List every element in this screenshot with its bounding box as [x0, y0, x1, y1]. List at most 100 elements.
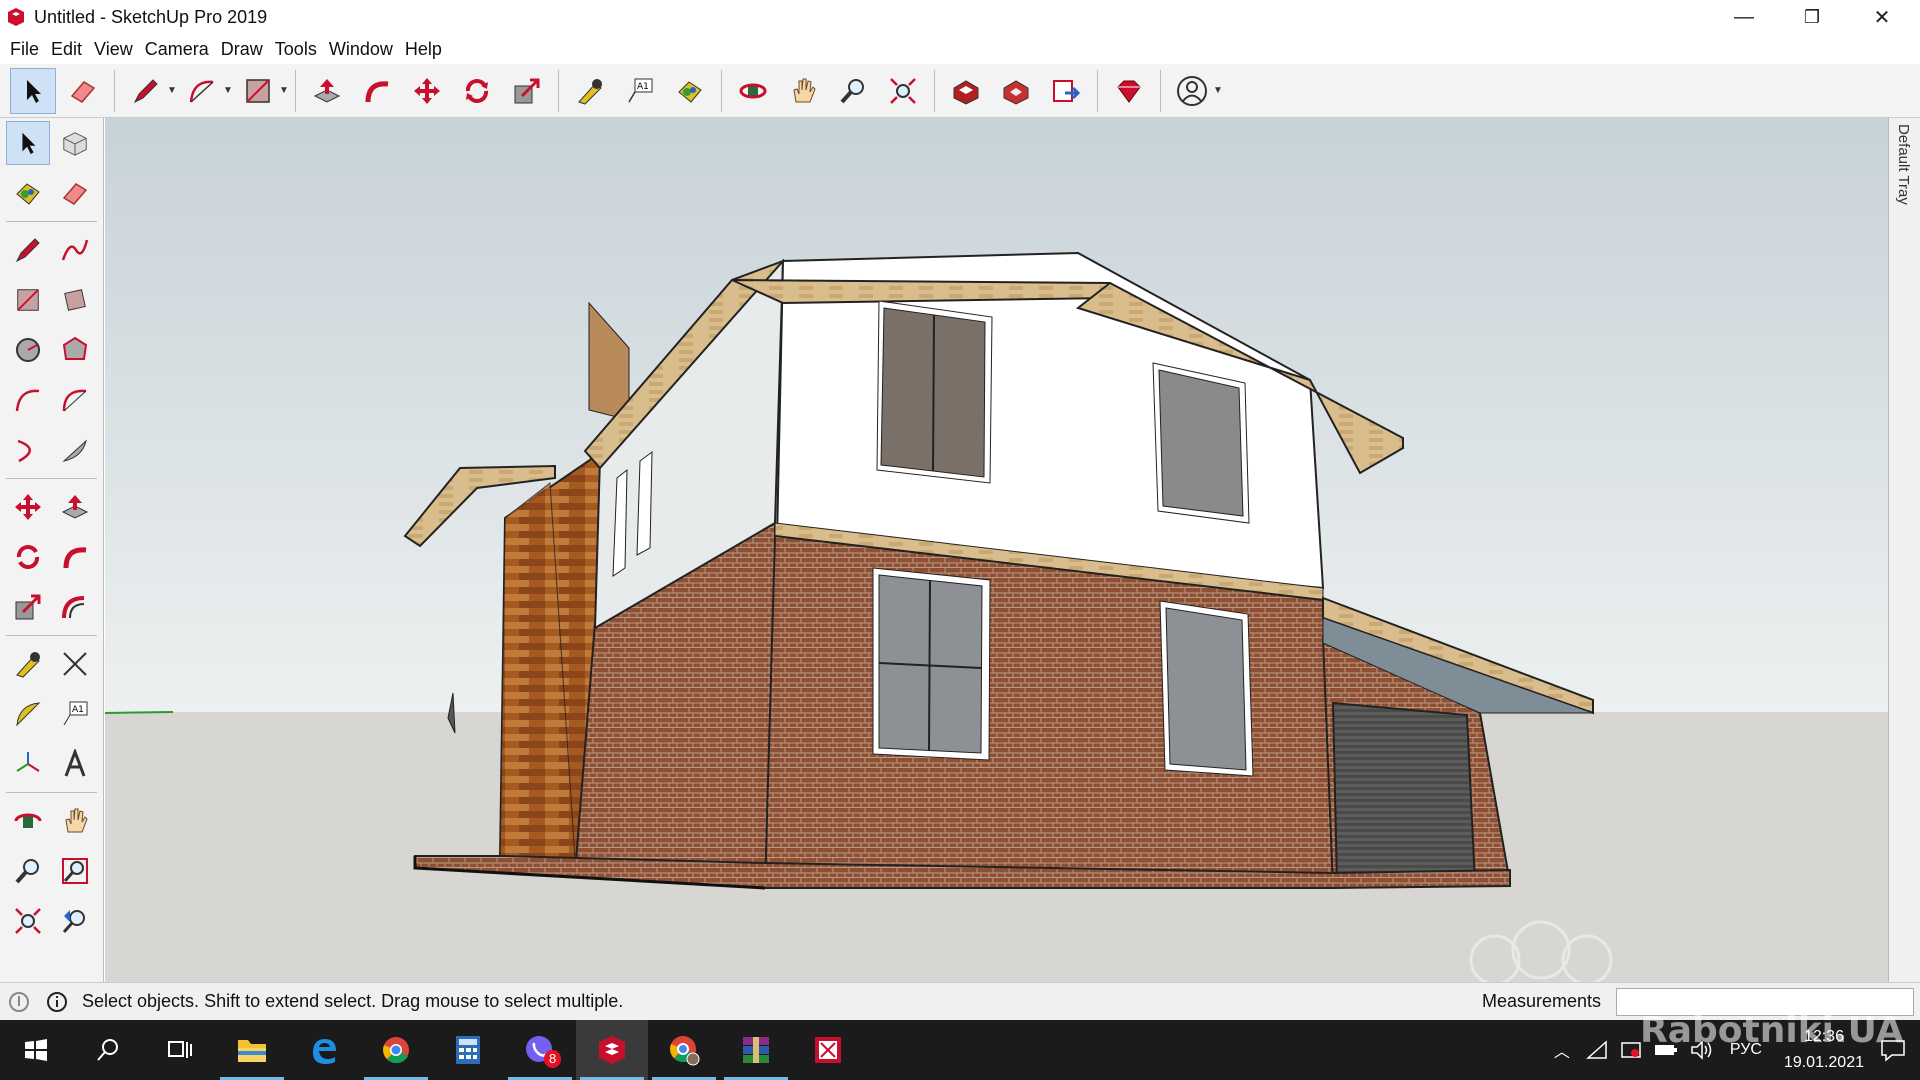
- previous-view-button[interactable]: [53, 899, 97, 943]
- zoom-tool-button[interactable]: [830, 68, 876, 114]
- 3d-warehouse-button[interactable]: [943, 68, 989, 114]
- rotate-tool-button[interactable]: [6, 535, 50, 579]
- line-tool-button[interactable]: [6, 228, 50, 272]
- circle-tool-button[interactable]: [6, 328, 50, 372]
- taskbar-search-button[interactable]: [72, 1020, 144, 1080]
- rotate-tool-button[interactable]: [454, 68, 500, 114]
- account-dropdown-arrow[interactable]: ▼: [1213, 85, 1223, 96]
- offset-tool-button[interactable]: [53, 585, 97, 629]
- toolbar-separator: [6, 635, 97, 636]
- text-tool-button[interactable]: A1: [53, 692, 97, 736]
- select-tool-button[interactable]: [5, 121, 50, 165]
- wifi-icon[interactable]: [1585, 1040, 1608, 1060]
- toolbar-separator: [114, 69, 115, 112]
- taskbar-edge[interactable]: [288, 1020, 360, 1080]
- restore-button[interactable]: ❐: [1778, 0, 1846, 34]
- two-point-arc-icon: [63, 389, 87, 412]
- taskbar-winrar[interactable]: [720, 1020, 792, 1080]
- freehand-icon: [62, 239, 89, 261]
- ruby-console-button[interactable]: [1106, 68, 1152, 114]
- model-viewport[interactable]: [105, 118, 1888, 982]
- rotate-icon: [465, 78, 489, 103]
- follow-me-tool-button[interactable]: [53, 535, 97, 579]
- geo-location-icon[interactable]: [8, 991, 30, 1013]
- pencil-tool-button[interactable]: [123, 68, 169, 114]
- eraser-tool-button[interactable]: [53, 171, 97, 215]
- menu-edit[interactable]: Edit: [45, 39, 88, 60]
- rectangle-tool-button[interactable]: [235, 68, 281, 114]
- menu-camera[interactable]: Camera: [139, 39, 215, 60]
- tape-measure-tool-button[interactable]: [567, 68, 613, 114]
- zoom-extents-tool-button[interactable]: [6, 899, 50, 943]
- axes-tool-button[interactable]: [6, 742, 50, 786]
- antivirus-icon[interactable]: [1620, 1040, 1642, 1060]
- freehand-tool-button[interactable]: [53, 228, 97, 272]
- orbit-tool-button[interactable]: [6, 799, 50, 843]
- taskbar-sketchup[interactable]: [576, 1020, 648, 1080]
- protractor-tool-button[interactable]: [6, 692, 50, 736]
- rotated-rectangle-tool-button[interactable]: [53, 278, 97, 322]
- orbit-icon: [739, 83, 767, 98]
- pencil-dropdown-arrow[interactable]: ▼: [167, 85, 177, 96]
- taskbar-viber[interactable]: 8: [504, 1020, 576, 1080]
- arc-tool-button[interactable]: [6, 378, 50, 422]
- paint-bucket-tool-button[interactable]: [667, 68, 713, 114]
- two-point-arc-tool-button[interactable]: [53, 378, 97, 422]
- zoom-extents-tool-button[interactable]: [880, 68, 926, 114]
- close-button[interactable]: ✕: [1848, 0, 1916, 34]
- tape-measure-tool-button[interactable]: [6, 642, 50, 686]
- taskbar-chrome[interactable]: [360, 1020, 432, 1080]
- menu-tools[interactable]: Tools: [269, 39, 323, 60]
- text-tool-button[interactable]: A1: [617, 68, 663, 114]
- zoom-tool-button[interactable]: [6, 849, 50, 893]
- extension-warehouse-button[interactable]: [993, 68, 1039, 114]
- move-tool-button[interactable]: [404, 68, 450, 114]
- rectangle-tool-button[interactable]: [6, 278, 50, 322]
- pan-tool-button[interactable]: [780, 68, 826, 114]
- scale-tool-button[interactable]: [504, 68, 550, 114]
- select-tool-button[interactable]: [10, 67, 56, 114]
- arc-tool-button[interactable]: [179, 68, 225, 114]
- send-to-layout-button[interactable]: [1043, 68, 1089, 114]
- 3d-text-tool-button[interactable]: [53, 742, 97, 786]
- menu-view[interactable]: View: [88, 39, 139, 60]
- zoom-window-tool-button[interactable]: [53, 849, 97, 893]
- taskbar-file-explorer[interactable]: [216, 1020, 288, 1080]
- minimize-button[interactable]: —: [1710, 0, 1778, 34]
- push-pull-icon: [62, 495, 89, 519]
- push-pull-tool-button[interactable]: [304, 68, 350, 114]
- instructor-info-icon[interactable]: [46, 991, 68, 1013]
- taskbar-chrome-profile[interactable]: [648, 1020, 720, 1080]
- dimension-tool-button[interactable]: [53, 642, 97, 686]
- protractor-icon: [16, 702, 41, 727]
- menu-draw[interactable]: Draw: [215, 39, 269, 60]
- pan-tool-button[interactable]: [53, 799, 97, 843]
- scale-tool-button[interactable]: [6, 585, 50, 629]
- paint-bucket-tool-button[interactable]: [6, 171, 50, 215]
- three-point-arc-tool-button[interactable]: [6, 428, 50, 472]
- arc-dropdown-arrow[interactable]: ▼: [223, 85, 233, 96]
- toolbar-separator: [1160, 69, 1161, 112]
- taskbar-layout[interactable]: [792, 1020, 864, 1080]
- eraser-tool-button[interactable]: [60, 68, 106, 114]
- follow-me-tool-button[interactable]: [354, 68, 400, 114]
- move-tool-button[interactable]: [6, 485, 50, 529]
- polygon-tool-button[interactable]: [53, 328, 97, 372]
- push-pull-tool-button[interactable]: [53, 485, 97, 529]
- rectangle-dropdown-arrow[interactable]: ▼: [279, 85, 289, 96]
- task-view-button[interactable]: [144, 1020, 216, 1080]
- file-explorer-icon: [238, 1040, 266, 1062]
- show-hidden-icons-icon[interactable]: ︿: [1554, 1038, 1570, 1062]
- menu-help[interactable]: Help: [399, 39, 448, 60]
- sketchup-app-icon: [8, 8, 24, 26]
- default-tray-tab[interactable]: Default Tray: [1888, 118, 1920, 982]
- pie-tool-button[interactable]: [53, 428, 97, 472]
- start-button[interactable]: [0, 1020, 72, 1080]
- taskbar-calculator[interactable]: [432, 1020, 504, 1080]
- menu-window[interactable]: Window: [323, 39, 399, 60]
- account-button[interactable]: [1169, 68, 1215, 114]
- menu-file[interactable]: File: [4, 39, 45, 60]
- orbit-tool-button[interactable]: [730, 68, 776, 114]
- make-component-button[interactable]: [53, 121, 97, 165]
- chrome-profile-icon: [670, 1036, 700, 1066]
